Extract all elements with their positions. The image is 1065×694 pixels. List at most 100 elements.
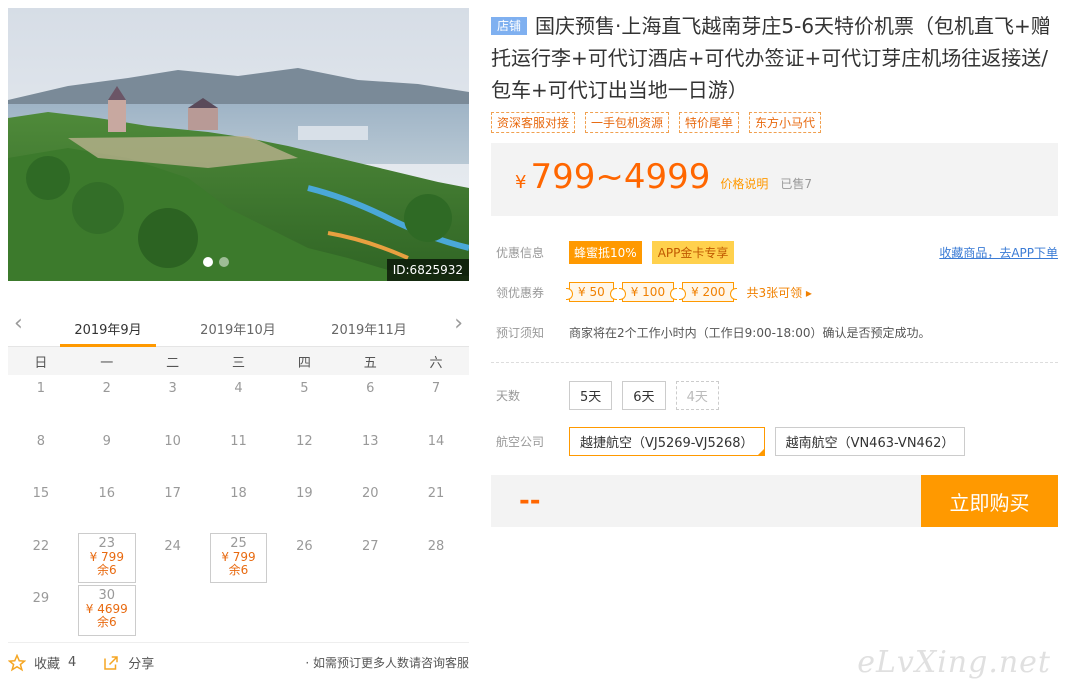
chevron-right-icon[interactable]: › [454,313,463,335]
day-number: 9 [102,433,111,449]
day-number: 23 [98,535,116,551]
coupon-label: 领优惠券 [496,285,545,300]
day-number: 3 [168,381,177,396]
calendar-day-box[interactable]: 30 ¥ 4699 余6 [77,585,136,636]
product-tag: 东方小马代 [749,112,822,133]
day-number: 30 [98,588,116,603]
product-tags: 资深客服对接 一手包机资源 特价尾单 东方小马代 [491,112,1058,133]
product-gallery-column: ID:6825932 ‹ 2019年9月 2019年10月 2019年11月 ›… [8,8,469,638]
share-label: 分享 [128,657,155,672]
product-tag: 特价尾单 [679,112,740,133]
calendar-day: 19 [271,480,337,533]
calendar-day: 5 [271,375,337,428]
calendar-day: 2 [74,375,140,428]
day-number: 7 [431,381,441,396]
weekday-label: 二 [166,355,180,371]
calendar-day: 16 [74,480,140,533]
day-number: 17 [164,486,181,501]
weekday-label: 日 [34,355,48,371]
calendar-day: 24 [140,533,206,586]
day-number: 12 [296,433,313,449]
day-number: 28 [427,538,445,554]
tab-month-sep[interactable]: 2019年9月 [60,319,156,347]
days-option-6[interactable]: 6天 [622,380,666,410]
airline-label: 航空公司 [496,434,545,449]
coupon-row: 领优惠券 ¥ 50 ¥ 100 ¥ 200 共3张可领 ▸ [491,272,1058,312]
calendar-day: 4 [206,375,272,428]
product-photo[interactable]: ID:6825932 [8,8,469,281]
chevron-left-icon[interactable]: ‹ [14,313,23,335]
calendar-day: 21 [403,480,469,533]
tab-month-nov[interactable]: 2019年11月 [321,319,417,338]
calendar-day-available[interactable]: 23 ¥ 799 余6 [74,532,140,586]
day-number: 16 [98,486,116,501]
day-number: 14 [427,433,445,449]
photo-id-label: ID:6825932 [386,259,469,281]
calendar-day: 29 [8,585,74,638]
favorite-go-app-link[interactable]: 收藏商品，去APP下单 [939,244,1058,261]
airline-option-vietjet[interactable]: 越捷航空（VJ5269-VJ5268） [569,426,765,456]
product-title-text: 国庆预售·上海直飞越南芽庄5-6天特价机票（包机直飞+赠托运行李+可代订酒店+可… [491,14,1051,102]
gallery-footer: 收藏 4 分享 · 如需预订更多人数请咨询客服 [8,642,469,682]
calendar-day-box[interactable]: 23 ¥ 799 余6 [77,532,136,583]
day-number: 19 [296,486,313,501]
days-option-4-disabled: 4天 [675,380,719,410]
notice-label: 预订须知 [496,325,545,340]
calendar-grid: 1 2 3 4 5 6 7 8 9 10 11 12 13 14 15 16 17 18 19 20 21 22 23 ¥ 7… [8,375,469,638]
coupon-50[interactable]: ¥ 50 [566,282,617,302]
buy-now-button[interactable]: 立即购买 [921,475,1058,527]
carousel-dot[interactable] [219,257,229,267]
weekday-label: 三 [231,355,245,371]
calendar-day: 27 [337,533,403,586]
coupon-200[interactable]: ¥ 200 [679,282,738,302]
favorite-button[interactable]: 收藏 4 [8,653,76,672]
day-number: 22 [32,538,50,554]
tab-month-oct[interactable]: 2019年10月 [190,319,286,338]
product-title: 店铺 国庆预售·上海直飞越南芽庄5-6天特价机票（包机直飞+赠托运行李+可代订酒店… [491,10,1058,106]
day-number: 13 [361,433,379,449]
calendar-day-available[interactable]: 30 ¥ 4699 余6 [74,585,140,638]
calendar-day: 6 [337,375,403,428]
calendar-month-nav: ‹ 2019年9月 2019年10月 2019年11月 › [8,309,469,347]
weekday-label: 四 [297,355,311,371]
days-option-5[interactable]: 5天 [569,380,613,410]
calendar-day-box[interactable]: 25 ¥ 799 余6 [209,532,268,583]
carousel-dot[interactable] [203,257,213,267]
day-number: 20 [361,486,379,501]
airline-option-vietnam-airlines[interactable]: 越南航空（VN463-VN462） [774,426,966,456]
day-stock: 余6 [96,562,117,577]
day-number: 25 [230,535,247,551]
calendar-day-available[interactable]: 25 ¥ 799 余6 [206,532,272,586]
day-number: 2 [102,381,111,396]
calendar-day: 13 [337,428,403,481]
day-number: 29 [32,591,50,606]
coupon-more-link[interactable]: 共3张可领 ▸ [746,284,811,301]
day-number: 24 [164,538,181,554]
share-button[interactable]: 分享 [102,653,154,672]
calendar-day: 17 [140,480,206,533]
favorite-count: 4 [68,655,77,670]
calendar-day: 10 [140,428,206,481]
calendar-day: 7 [403,375,469,428]
calendar-day: 1 [8,375,74,428]
day-number: 21 [427,486,445,501]
price-panel: ¥ 799~4999 价格说明 已售7 [491,143,1058,216]
day-stock: 余6 [228,562,249,577]
day-number: 11 [230,433,247,449]
price-range: 799~4999 [530,157,711,197]
calendar-day: 12 [271,428,337,481]
day-number: 1 [36,381,46,396]
calendar-day: 28 [403,533,469,586]
product-info-column: 店铺 国庆预售·上海直飞越南芽庄5-6天特价机票（包机直飞+赠托运行李+可代订酒店… [491,10,1058,527]
calendar-day: 15 [8,480,74,533]
price-explain-link[interactable]: 价格说明 [720,175,768,192]
weekday-label: 五 [363,355,377,371]
favorite-label: 收藏 [34,657,61,672]
sold-count: 已售7 [780,177,813,191]
shop-badge[interactable]: 店铺 [491,17,528,35]
buy-bar: -- 立即购买 [491,475,1058,527]
calendar-day: 9 [74,428,140,481]
coupon-100[interactable]: ¥ 100 [618,282,678,302]
day-stock: 余6 [96,615,117,629]
day-number: 8 [36,433,46,449]
